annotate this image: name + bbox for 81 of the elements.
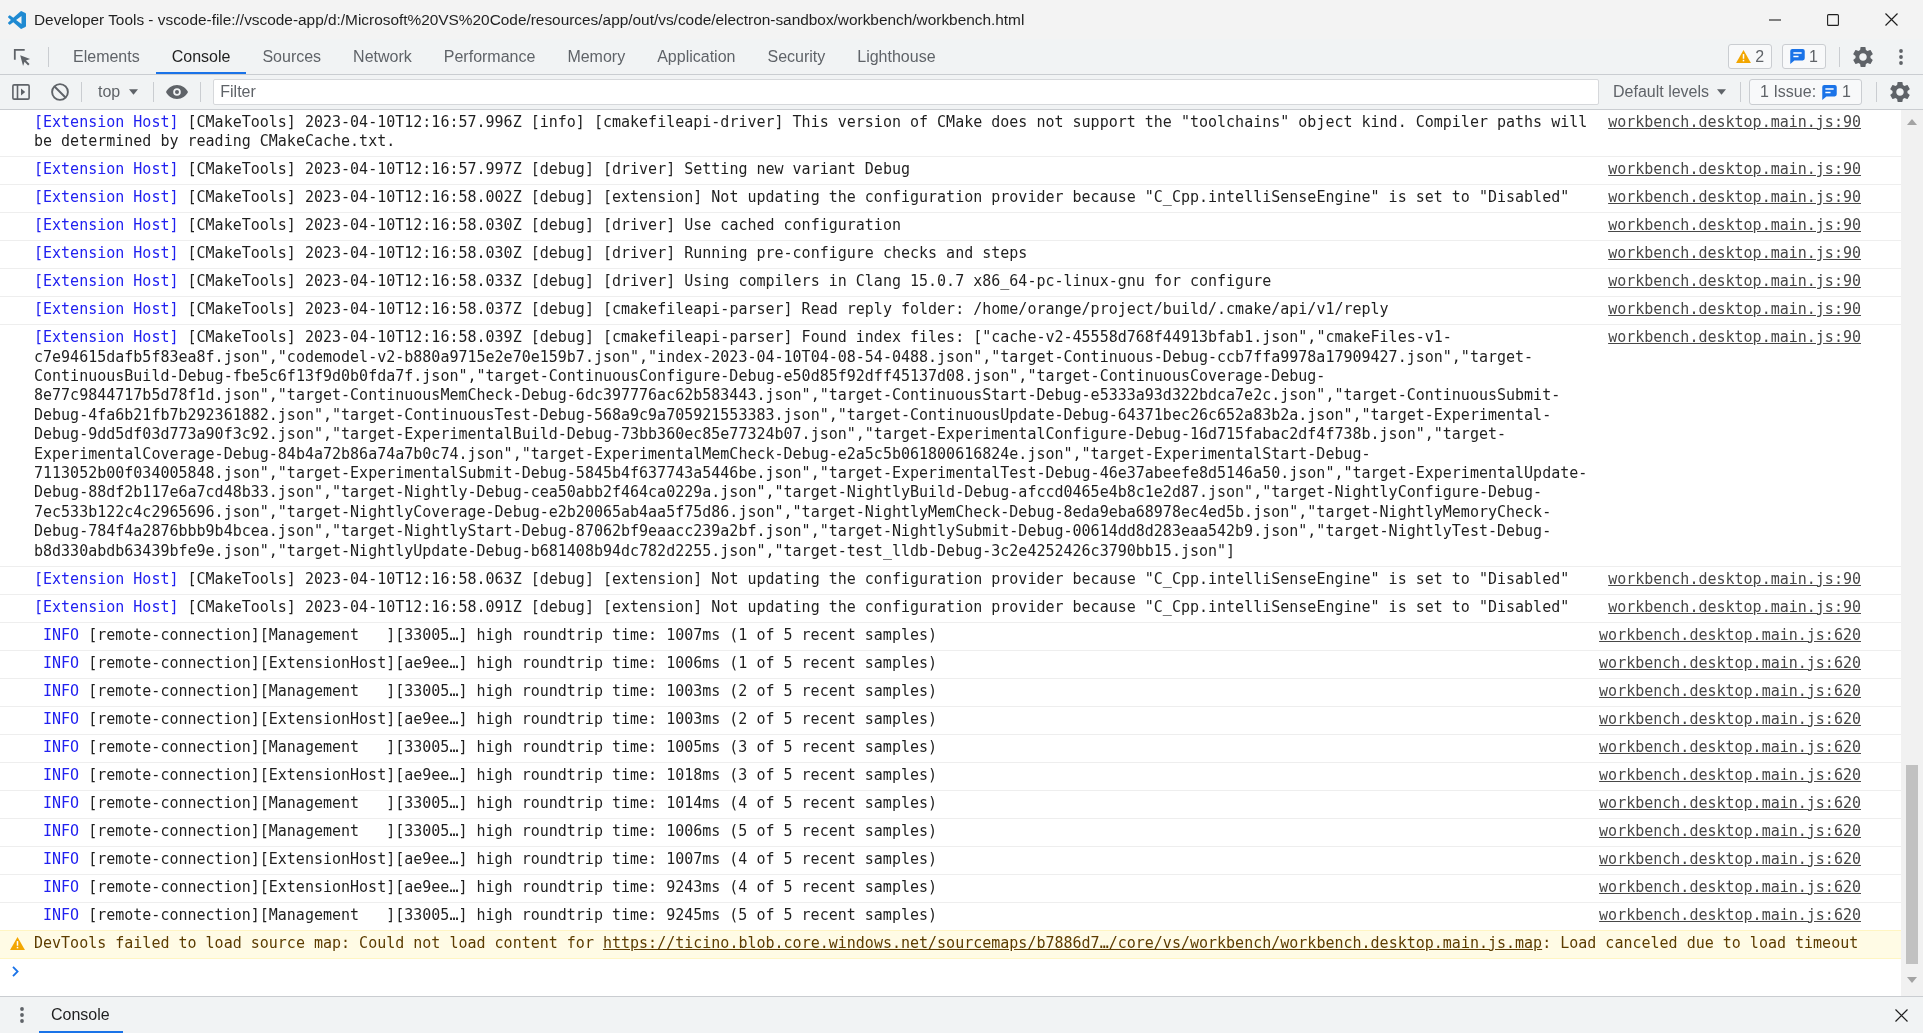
panel-tab[interactable]: Security xyxy=(751,39,842,74)
console-message: [Extension Host] [CMakeTools] 2023-04-10T12:16:58.037Z [debug] [cmakefileapi-parser] Read reply folder: /home/orange/project/build/.cmake/api/v1/reply xyxy=(34,300,1389,319)
window-title: Developer Tools - vscode-file://vscode-app/d:/Microsoft%20VS%20Code/resources/app/out/vs/code/electron-sandbox/workbench/workbench.html xyxy=(34,10,1026,29)
console-message: [Extension Host] [CMakeTools] 2023-04-10T12:16:57.996Z [info] [cmakefileapi-driver] This version of CMake does not support the "toolchains" object kind. Compiler paths will be determined by reading CMakeCache.txt. xyxy=(34,112,1589,151)
console-message: INFO [remote-connection][Management ][33005…] high roundtrip time: 9245ms (5 of 5 recent samples) xyxy=(43,905,938,924)
sidebar-toggle-icon[interactable] xyxy=(12,84,30,100)
source-link[interactable]: workbench.desktop.main.js:90 xyxy=(1608,244,1861,264)
prompt-chevron-icon xyxy=(12,966,19,978)
minimize-icon[interactable] xyxy=(1769,18,1781,21)
app-logo-icon xyxy=(8,10,26,29)
message-icon xyxy=(1822,84,1838,100)
issues-button[interactable]: 1 Issue: 1 xyxy=(1749,79,1862,105)
console-message: INFO [remote-connection][ExtensionHost][ae9ee…] high roundtrip time: 9243ms (4 of 5 recent samples) xyxy=(43,877,938,896)
more-options-icon[interactable] xyxy=(1899,48,1903,65)
console-message: INFO [remote-connection][Management ][33005…] high roundtrip time: 1005ms (3 of 5 recent samples) xyxy=(43,737,938,756)
caret-icon xyxy=(1717,89,1727,95)
scrollbar-thumb[interactable] xyxy=(1906,765,1918,964)
warning-message: DevTools failed to load source map: Could not load content for https://ticino.blob.core.windows.net/sourcemaps/b7886d7…/core/vs/workbench/workbench.desktop.main.js.map: Load canceled due to load timeout xyxy=(34,933,1859,954)
warning-icon xyxy=(1736,50,1752,63)
inspect-element-icon[interactable] xyxy=(13,47,31,66)
source-link[interactable]: workbench.desktop.main.js:90 xyxy=(1608,272,1861,292)
panel-tab[interactable]: Network xyxy=(337,39,428,74)
source-link[interactable]: workbench.desktop.main.js:620 xyxy=(1599,709,1861,730)
console-message: [Extension Host] [CMakeTools] 2023-04-10T12:16:58.033Z [debug] [driver] Using compilers in Clang 15.0.7 x86_64-pc-linux-gnu for configure xyxy=(34,272,1272,291)
source-link[interactable]: workbench.desktop.main.js:620 xyxy=(1599,737,1861,758)
warnings-button[interactable]: 2 xyxy=(1728,44,1773,69)
console-message: [Extension Host] [CMakeTools] 2023-04-10T12:16:58.039Z [debug] [cmakefileapi-parser] Found index files: ["cache-v2-45558d768f44913bfab1.json","cmakeFiles-v1-c7e94615dafb5f83ea8f.json","codemodel-v2-b880a9715e2e70e159b7.json","index-2023-04-10T04-08-54-0488.json","target-Continuous-Debug-ccb7ffa9978a17909427.json","target-ContinuousBuild-Debug-fbe5c6f13f9d0b0fda7f.json","target-ContinuousConfigure-Debug-e50d85f92dff45137d08.json","target-ContinuousCoverage-Debug-8e77c9844717b5d78f1d.json","target-ContinuousMemCheck-Debug-6dc397776ac62b583443.json","target-ContinuousStart-Debug-e5333a93d322bdca7e2c.json","target-ContinuousSubmit-Debug-4fa6b21fb7b292361882.json","target-ContinuousTest-Debug-568a9c9a705921553383.json","target-ContinuousUpdate-Debug-64371bec26c652a83b2a.json","target-Experimental-Debug-9dd5df03d773a90f3c92.json","target-ExperimentalBuild-Debug-73bb360ec85e77324b07.json","target-ExperimentalConfigure-Debug-16d715fabac2df4f738b.json","target-ExperimentalCoverage-Debug-84b4a72b86a74a7b0c74.json","target-ExperimentalMemCheck-Debug-e2a5c5b061800616824e.json","target-ExperimentalStart-Debug-7113052b00f034005848.json","target-ExperimentalSubmit-Debug-5845b4f637743a5446be.json","target-ExperimentalTest-Debug-46e37abeefe8d5146a50.json","target-ExperimentalUpdate-Debug-88df2b117e6a7cd48b33.json","target-Nightly-Debug-cea50abb2f464ca0229a.json","target-NightlyBuild-Debug-afccd0465e4b8c1e2d87.json","target-NightlyConfigure-Debug-7ec533b122c4c2965696.json","target-NightlyCoverage-Debug-e2b20065ab4aa5f75d86.json","target-NightlyMemCheck-Debug-8eda9eba68978ec4ed5b.json","target-NightlyMemoryCheck-Debug-784f4a2876bbb9b4bcea.json","target-NightlyStart-Debug-87062bf9eaacc239a2bf.json","target-NightlySubmit-Debug-00614dd8d283eaa542b9.json","target-NightlyTest-Debug-b8d330abdb63439bfe9e.json","target-NightlyUpdate-Debug-b681408b94dc782d2255.json","target-test_lldb-Debug-3c2e4252426c3790bb15.json"] xyxy=(34,328,1588,560)
console-message: INFO [remote-connection][Management ][33005…] high roundtrip time: 1014ms (4 of 5 recent samples) xyxy=(43,793,938,812)
console-message: [Extension Host] [CMakeTools] 2023-04-10T12:16:58.030Z [debug] [driver] Use cached configuration xyxy=(34,216,901,235)
close-window-icon[interactable] xyxy=(1884,13,1898,26)
caret-icon xyxy=(129,89,139,95)
source-link[interactable]: workbench.desktop.main.js:90 xyxy=(1608,112,1861,133)
console-message: INFO [remote-connection][ExtensionHost][ae9ee…] high roundtrip time: 1003ms (2 of 5 recent samples) xyxy=(43,709,938,728)
source-link[interactable]: workbench.desktop.main.js:90 xyxy=(1608,569,1861,590)
panel-tab[interactable]: Lighthouse xyxy=(841,39,952,74)
console-message: INFO [remote-connection][ExtensionHost][ae9ee…] high roundtrip time: 1007ms (4 of 5 recent samples) xyxy=(43,849,938,868)
source-link[interactable]: workbench.desktop.main.js:620 xyxy=(1599,653,1861,674)
source-link[interactable]: workbench.desktop.main.js:620 xyxy=(1599,849,1861,870)
messages-button[interactable]: 1 xyxy=(1782,44,1826,69)
source-link[interactable]: workbench.desktop.main.js:90 xyxy=(1608,160,1861,180)
panel-tab[interactable]: Memory xyxy=(551,39,642,74)
settings-icon[interactable] xyxy=(1853,46,1873,67)
source-map-link[interactable]: https://ticino.blob.core.windows.net/sourcemaps/b7886d7…/core/vs/workbench/workbench.desktop.main.js.map xyxy=(602,933,1543,952)
source-link[interactable]: workbench.desktop.main.js:620 xyxy=(1599,681,1861,702)
console-message: [Extension Host] [CMakeTools] 2023-04-10T12:16:58.030Z [debug] [driver] Running pre-configure checks and steps xyxy=(34,244,1028,263)
close-drawer-icon[interactable] xyxy=(1894,1008,1908,1022)
more-options-icon[interactable] xyxy=(20,1007,24,1023)
console-message: INFO [remote-connection][Management ][33005…] high roundtrip time: 1003ms (2 of 5 recent samples) xyxy=(43,681,938,700)
maximize-icon[interactable] xyxy=(1827,13,1839,26)
source-link[interactable]: workbench.desktop.main.js:620 xyxy=(1599,625,1861,646)
panel-tab[interactable]: Performance xyxy=(427,39,552,74)
console-message: INFO [remote-connection][ExtensionHost][ae9ee…] high roundtrip time: 1006ms (1 of 5 recent samples) xyxy=(43,653,938,672)
source-link[interactable]: workbench.desktop.main.js:620 xyxy=(1599,821,1861,842)
source-link[interactable]: workbench.desktop.main.js:620 xyxy=(1599,905,1861,926)
source-link[interactable]: workbench.desktop.main.js:90 xyxy=(1608,300,1861,320)
source-link[interactable]: workbench.desktop.main.js:90 xyxy=(1608,216,1861,236)
console-message: [Extension Host] [CMakeTools] 2023-04-10T12:16:58.002Z [debug] [extension] Not updating the configuration provider because "C_Cpp.intelliSenseEngine" is set to "Disabled" xyxy=(34,188,1570,207)
context-selector[interactable]: top xyxy=(86,79,147,105)
source-link[interactable]: workbench.desktop.main.js:620 xyxy=(1599,877,1861,898)
console-message: [Extension Host] [CMakeTools] 2023-04-10T12:16:58.091Z [debug] [extension] Not updating the configuration provider because "C_Cpp.intelliSenseEngine" is set to "Disabled" xyxy=(34,597,1570,616)
filter-field[interactable]: Filter xyxy=(213,79,1599,105)
console-message: [Extension Host] [CMakeTools] 2023-04-10T12:16:57.997Z [debug] [driver] Setting new variant Debug xyxy=(34,160,910,179)
source-link[interactable]: workbench.desktop.main.js:620 xyxy=(1599,765,1861,786)
panel-tab[interactable]: Application xyxy=(641,39,752,74)
settings-icon[interactable] xyxy=(1890,82,1910,102)
drawer-tab[interactable]: Console xyxy=(39,997,123,1033)
console-message: INFO [remote-connection][Management ][33005…] high roundtrip time: 1006ms (5 of 5 recent samples) xyxy=(43,821,938,840)
console-message: INFO [remote-connection][ExtensionHost][ae9ee…] high roundtrip time: 1018ms (3 of 5 recent samples) xyxy=(43,765,938,784)
console-message: [Extension Host] [CMakeTools] 2023-04-10T12:16:58.063Z [debug] [extension] Not updating the configuration provider because "C_Cpp.intelliSenseEngine" is set to "Disabled" xyxy=(34,569,1570,588)
message-icon xyxy=(1790,49,1806,64)
warning-icon xyxy=(10,936,25,950)
source-link[interactable]: workbench.desktop.main.js:620 xyxy=(1599,793,1861,814)
panel-tab[interactable]: Sources xyxy=(246,39,338,74)
eye-icon[interactable] xyxy=(166,85,189,99)
clear-console-icon[interactable] xyxy=(51,83,69,101)
source-link[interactable]: workbench.desktop.main.js:90 xyxy=(1608,328,1861,348)
console-message: INFO [remote-connection][Management ][33005…] high roundtrip time: 1007ms (1 of 5 recent samples) xyxy=(43,625,938,644)
panel-tab[interactable]: Elements xyxy=(57,39,156,74)
source-link[interactable]: workbench.desktop.main.js:90 xyxy=(1608,188,1861,208)
source-link[interactable]: workbench.desktop.main.js:90 xyxy=(1608,597,1861,618)
log-levels-dropdown[interactable]: Default levels xyxy=(1613,79,1727,105)
